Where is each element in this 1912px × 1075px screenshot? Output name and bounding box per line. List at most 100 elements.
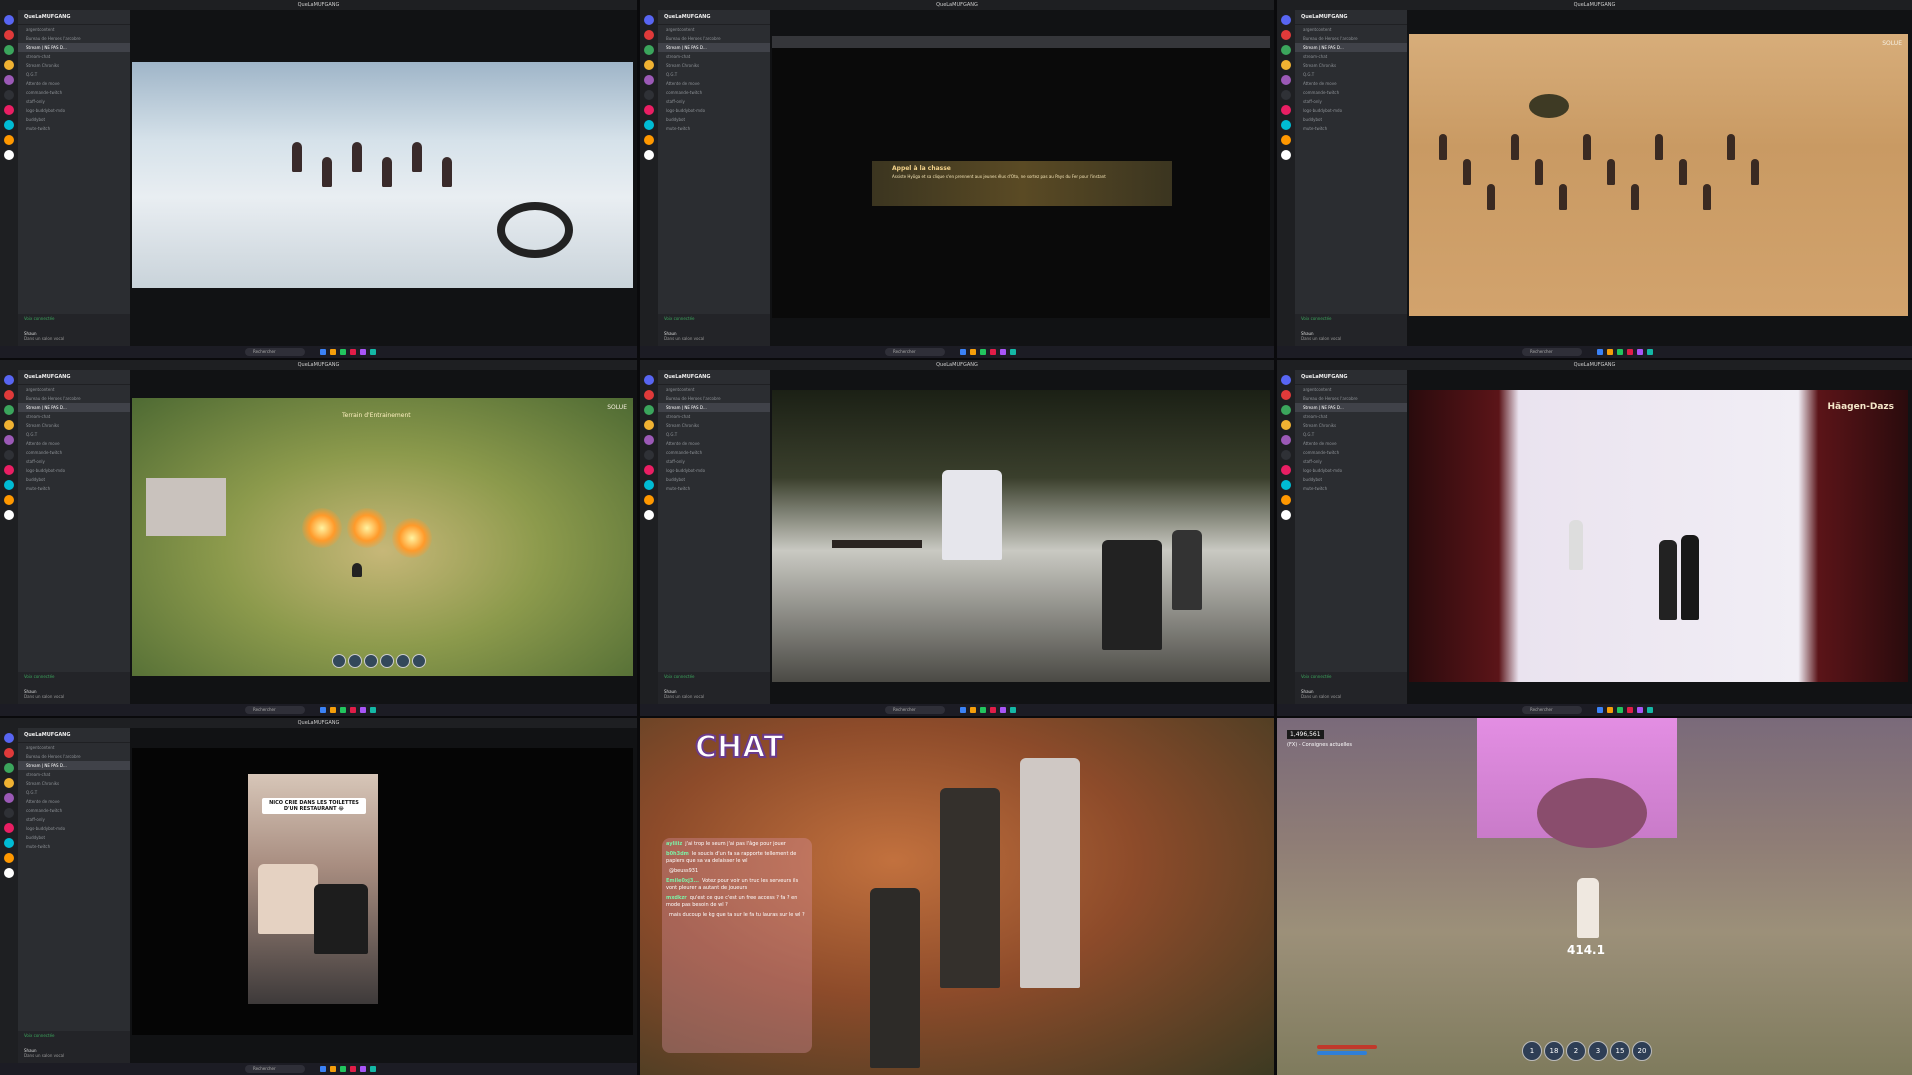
hotbar-slot[interactable]: 20 [1632,1041,1652,1061]
taskbar-app-icon[interactable] [340,1066,346,1072]
server-icon[interactable] [1281,480,1291,490]
channel-item[interactable]: Q.G.T [18,788,130,797]
server-icon[interactable] [644,420,654,430]
channel-item[interactable]: stream-chat [658,412,770,421]
channel-item[interactable]: commande-twitch [658,88,770,97]
channel-item[interactable]: Stream Chroniks [658,61,770,70]
channel-item[interactable]: buddybot [18,115,130,124]
taskbar-app-icon[interactable] [370,707,376,713]
server-icon[interactable] [644,90,654,100]
channel-item[interactable]: Bureau de Heroes l'arcobre [18,752,130,761]
channel-item[interactable]: logs-buddybot-mdo [658,466,770,475]
channel-item[interactable]: mute-twitch [18,124,130,133]
channel-item[interactable]: stream-chat [18,412,130,421]
server-icon[interactable] [4,75,14,85]
taskbar-app-icon[interactable] [340,707,346,713]
server-icon[interactable] [1281,405,1291,415]
channel-item[interactable]: staff-only [18,457,130,466]
server-icon[interactable] [644,135,654,145]
server-icon[interactable] [644,510,654,520]
hotbar-slot[interactable]: 2 [1566,1041,1586,1061]
channel-item[interactable]: commande-twitch [1295,448,1407,457]
channel-item[interactable]: staff-only [658,457,770,466]
taskbar-app-icon[interactable] [970,707,976,713]
channel-item[interactable]: stream-chat [18,52,130,61]
taskbar-app-icon[interactable] [980,707,986,713]
taskbar-search[interactable]: Rechercher [245,706,305,714]
server-icon[interactable] [4,435,14,445]
channel-item[interactable]: Bureau de Heroes l'arcobre [18,34,130,43]
server-icon[interactable] [4,135,14,145]
server-icon[interactable] [644,120,654,130]
server-icon[interactable] [644,30,654,40]
channel-item[interactable]: mute-twitch [18,484,130,493]
channel-item[interactable]: buddybot [1295,115,1407,124]
taskbar-app-icon[interactable] [990,349,996,355]
channel-item[interactable]: logs-buddybot-mdo [1295,106,1407,115]
hotbar-slot[interactable]: 18 [1544,1041,1564,1061]
server-icon[interactable] [4,748,14,758]
server-icon[interactable] [4,15,14,25]
server-name[interactable]: QueLaMUFGANG [18,728,130,743]
channel-item[interactable]: Attente de move [658,439,770,448]
channel-item[interactable]: Attente de move [18,797,130,806]
taskbar-app-icon[interactable] [1010,349,1016,355]
channel-item[interactable]: Bureau de Heroes l'arcobre [1295,34,1407,43]
channel-item[interactable]: argentcontent [1295,25,1407,34]
taskbar-app-icon[interactable] [1000,707,1006,713]
channel-item[interactable]: stream-chat [1295,52,1407,61]
channel-item[interactable]: Stream | NE PAS D... [18,761,130,770]
server-icon[interactable] [4,150,14,160]
channel-item[interactable]: Stream | NE PAS D... [18,43,130,52]
taskbar-search[interactable]: Rechercher [1522,348,1582,356]
server-icon[interactable] [1281,45,1291,55]
taskbar-app-icon[interactable] [1637,349,1643,355]
server-icon[interactable] [4,105,14,115]
server-icon[interactable] [644,15,654,25]
server-icon[interactable] [644,465,654,475]
taskbar-app-icon[interactable] [1647,349,1653,355]
channel-item[interactable]: mute-twitch [658,484,770,493]
server-icon[interactable] [1281,105,1291,115]
channel-item[interactable]: stream-chat [18,770,130,779]
channel-item[interactable]: Attente de move [1295,79,1407,88]
server-icon[interactable] [4,823,14,833]
server-name[interactable]: QueLaMUFGANG [1295,370,1407,385]
taskbar-app-icon[interactable] [320,349,326,355]
server-icon[interactable] [4,465,14,475]
channel-item[interactable]: commande-twitch [18,88,130,97]
server-name[interactable]: QueLaMUFGANG [658,370,770,385]
channel-item[interactable]: argentcontent [658,385,770,394]
channel-item[interactable]: mute-twitch [1295,484,1407,493]
server-icon[interactable] [644,375,654,385]
server-icon[interactable] [1281,510,1291,520]
taskbar-app-icon[interactable] [1647,707,1653,713]
server-icon[interactable] [1281,120,1291,130]
server-icon[interactable] [4,510,14,520]
channel-item[interactable]: logs-buddybot-mdo [1295,466,1407,475]
server-icon[interactable] [1281,135,1291,145]
channel-item[interactable]: logs-buddybot-mdo [18,106,130,115]
server-icon[interactable] [644,450,654,460]
channel-item[interactable]: commande-twitch [1295,88,1407,97]
channel-item[interactable]: Stream Chroniks [658,421,770,430]
server-icon[interactable] [4,763,14,773]
server-icon[interactable] [644,495,654,505]
channel-item[interactable]: Q.G.T [18,70,130,79]
channel-item[interactable]: logs-buddybot-mdo [18,466,130,475]
channel-item[interactable]: mute-twitch [658,124,770,133]
channel-item[interactable]: Stream | NE PAS D... [658,403,770,412]
channel-item[interactable]: argentcontent [658,25,770,34]
taskbar-search[interactable]: Rechercher [245,348,305,356]
channel-item[interactable]: Q.G.T [18,430,130,439]
server-icon[interactable] [1281,150,1291,160]
channel-item[interactable]: commande-twitch [658,448,770,457]
server-icon[interactable] [1281,495,1291,505]
server-icon[interactable] [1281,450,1291,460]
taskbar-app-icon[interactable] [320,707,326,713]
server-name[interactable]: QueLaMUFGANG [18,370,130,385]
server-icon[interactable] [1281,90,1291,100]
channel-item[interactable]: Stream Chroniks [1295,421,1407,430]
taskbar-app-icon[interactable] [330,349,336,355]
channel-item[interactable]: mute-twitch [1295,124,1407,133]
